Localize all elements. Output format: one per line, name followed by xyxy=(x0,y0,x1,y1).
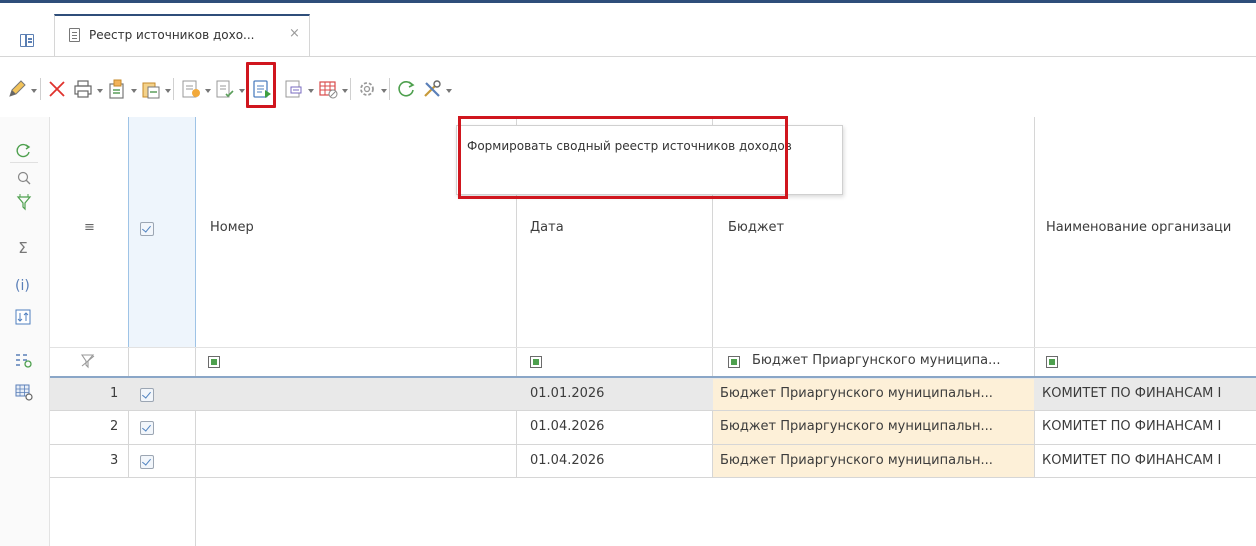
row-budget: Бюджет Приаргунского муниципальн... xyxy=(720,386,993,401)
refresh-icon[interactable] xyxy=(395,78,417,100)
grid-line xyxy=(50,347,1256,348)
row-org: КОМИТЕТ ПО ФИНАНСАМ І xyxy=(1042,386,1222,401)
copy-dropdown-arrow[interactable] xyxy=(165,89,171,93)
doc-edit-dropdown-arrow[interactable] xyxy=(205,89,211,93)
column-menu-icon[interactable]: ≡ xyxy=(84,220,95,235)
row-budget: Бюджет Приаргунского муниципальн... xyxy=(720,453,993,468)
rail-grid-settings-icon[interactable] xyxy=(15,384,33,401)
settings-dropdown-arrow[interactable] xyxy=(381,89,387,93)
rail-info-icon[interactable]: (i) xyxy=(15,276,33,294)
row-checkbox[interactable] xyxy=(140,455,154,469)
clear-filter-icon[interactable] xyxy=(80,353,96,369)
row-number: 1 xyxy=(110,386,119,401)
row-date: 01.04.2026 xyxy=(530,453,605,468)
top-accent-bar xyxy=(0,0,1256,3)
checkbox-column-header-bg xyxy=(129,117,195,347)
grid-line xyxy=(50,410,1256,411)
toolbar-separator xyxy=(40,78,41,100)
toolbar-separator xyxy=(173,78,174,100)
column-header-number[interactable]: Номер xyxy=(210,220,254,235)
rail-refresh-icon[interactable] xyxy=(16,143,32,159)
column-header-date[interactable]: Дата xyxy=(530,220,564,235)
grid-line xyxy=(1034,117,1035,478)
print-icon[interactable] xyxy=(72,78,94,100)
column-header-org[interactable]: Наименование организаци xyxy=(1046,220,1231,235)
highlight-box xyxy=(246,62,276,108)
grid-line xyxy=(195,117,196,347)
rail-separator xyxy=(10,162,38,163)
org-filter-icon[interactable] xyxy=(1046,356,1058,368)
edit-pencil-icon[interactable] xyxy=(6,78,28,100)
doc-link-icon[interactable] xyxy=(283,78,305,100)
column-header-budget[interactable]: Бюджет xyxy=(728,220,784,235)
tab-close-icon[interactable]: × xyxy=(289,26,300,41)
tooltip-highlight-box xyxy=(458,116,788,199)
budget-filter-icon[interactable] xyxy=(728,356,740,368)
select-all-checkbox[interactable] xyxy=(140,222,154,236)
row-budget: Бюджет Приаргунского муниципальн... xyxy=(720,419,993,434)
toolbar-separator xyxy=(350,78,351,100)
row-date: 01.04.2026 xyxy=(530,419,605,434)
table-cancel-dropdown-arrow[interactable] xyxy=(342,89,348,93)
toolbar-separator xyxy=(389,78,390,100)
doc-link-dropdown-arrow[interactable] xyxy=(308,89,314,93)
grid-line xyxy=(50,477,1256,478)
tab-registry[interactable]: Реестр источников дохо... × xyxy=(54,14,310,57)
rail-sum-icon[interactable]: Σ xyxy=(14,239,32,257)
row-number: 3 xyxy=(110,453,119,468)
copy-doc-icon[interactable] xyxy=(140,78,162,100)
settings-gear-icon[interactable] xyxy=(356,78,378,100)
doc-edit-icon[interactable] xyxy=(180,78,202,100)
table-cancel-icon[interactable] xyxy=(317,78,339,100)
edit-dropdown-arrow[interactable] xyxy=(31,89,37,93)
tools-icon[interactable] xyxy=(421,78,443,100)
doc-check-icon[interactable] xyxy=(214,78,236,100)
date-filter-icon[interactable] xyxy=(530,356,542,368)
rail-columns-settings-icon[interactable] xyxy=(15,352,33,369)
rail-filter-icon[interactable] xyxy=(16,194,32,212)
row-org: КОМИТЕТ ПО ФИНАНСАМ І xyxy=(1042,453,1222,468)
tab-bar-divider xyxy=(0,56,1256,57)
row-date: 01.01.2026 xyxy=(530,386,605,401)
doc-check-dropdown-arrow[interactable] xyxy=(239,89,245,93)
import-doc-icon[interactable] xyxy=(106,78,128,100)
app-menu-icon[interactable] xyxy=(20,34,34,47)
document-icon xyxy=(69,28,80,42)
row-checkbox[interactable] xyxy=(140,388,154,402)
number-filter-icon[interactable] xyxy=(208,356,220,368)
svg-text:(i): (i) xyxy=(15,278,30,294)
delete-icon[interactable] xyxy=(46,78,68,100)
tab-label: Реестр источников дохо... xyxy=(89,28,255,42)
grid-line xyxy=(128,347,129,478)
tools-dropdown-arrow[interactable] xyxy=(446,89,452,93)
grid-line xyxy=(50,444,1256,445)
budget-filter-value[interactable]: Бюджет Приаргунского муниципа... xyxy=(752,353,1030,368)
row-checkbox[interactable] xyxy=(140,421,154,435)
row-number: 2 xyxy=(110,419,119,434)
row-org: КОМИТЕТ ПО ФИНАНСАМ І xyxy=(1042,419,1222,434)
print-dropdown-arrow[interactable] xyxy=(97,89,103,93)
rail-sort-icon[interactable] xyxy=(15,309,32,326)
rail-search-icon[interactable] xyxy=(16,170,32,186)
import-dropdown-arrow[interactable] xyxy=(131,89,137,93)
